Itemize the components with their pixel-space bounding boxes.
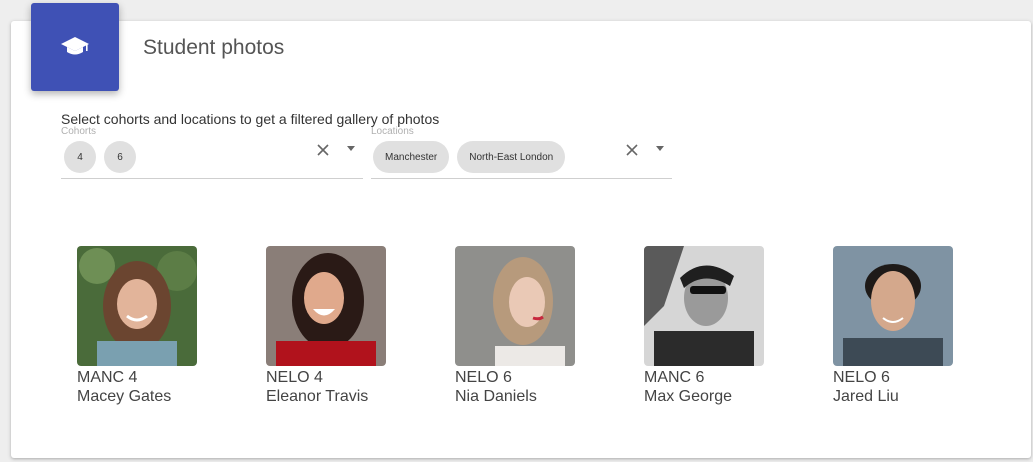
- cohorts-label: Cohorts: [61, 126, 97, 137]
- student-photo[interactable]: [266, 246, 386, 366]
- student-photo[interactable]: [833, 246, 953, 366]
- student-photo[interactable]: [644, 246, 764, 366]
- cohort-chip[interactable]: 4: [64, 141, 96, 173]
- header-icon-box: [31, 3, 119, 91]
- student-cohort: NELO 6: [455, 369, 512, 386]
- location-chip[interactable]: Manchester: [373, 141, 450, 173]
- location-chip[interactable]: North-East London: [457, 141, 566, 173]
- student-photo[interactable]: [77, 246, 197, 366]
- cohorts-select[interactable]: Cohorts 4 6: [61, 124, 363, 179]
- clear-cohorts-icon[interactable]: [314, 141, 332, 159]
- student-name: Macey Gates: [77, 388, 172, 405]
- student-name: Eleanor Travis: [266, 388, 369, 405]
- page-title: Student photos: [143, 36, 285, 59]
- student-cohort: NELO 6: [833, 369, 890, 386]
- student-name: Jared Liu: [833, 388, 899, 405]
- student-card[interactable]: MANC 4 Macey Gates: [77, 246, 227, 406]
- student-cohort: NELO 4: [266, 369, 323, 386]
- student-name: Nia Daniels: [455, 388, 537, 405]
- clear-locations-icon[interactable]: [623, 141, 641, 159]
- student-card[interactable]: MANC 6 Max George: [644, 246, 794, 406]
- student-card[interactable]: NELO 6 Nia Daniels: [455, 246, 605, 406]
- locations-select[interactable]: Locations Manchester North-East London: [371, 124, 672, 179]
- locations-label: Locations: [371, 126, 414, 137]
- cohorts-dropdown-caret-icon[interactable]: [347, 146, 355, 151]
- student-card[interactable]: NELO 4 Eleanor Travis: [266, 246, 416, 406]
- student-card[interactable]: NELO 6 Jared Liu: [833, 246, 983, 406]
- cohort-chip[interactable]: 6: [104, 141, 136, 173]
- student-photo[interactable]: [455, 246, 575, 366]
- student-name: Max George: [644, 388, 733, 405]
- graduation-cap-icon: [61, 37, 89, 55]
- student-cohort: MANC 6: [644, 369, 705, 386]
- student-cohort: MANC 4: [77, 369, 138, 386]
- locations-dropdown-caret-icon[interactable]: [656, 146, 664, 151]
